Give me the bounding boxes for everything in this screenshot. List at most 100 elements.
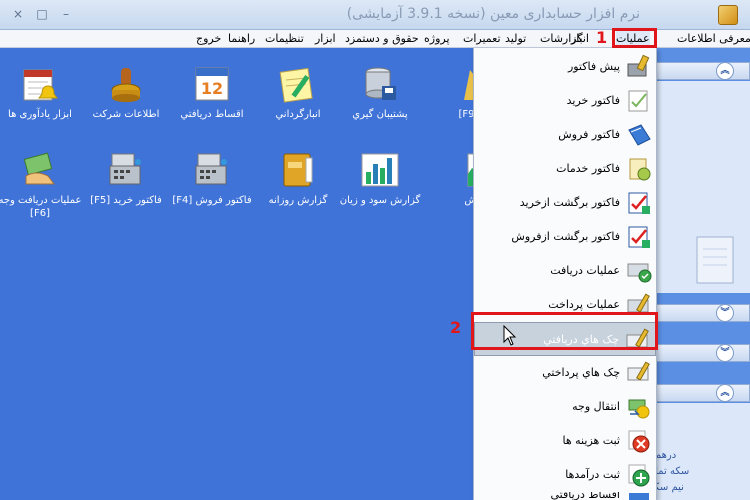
mouse-cursor-icon: [503, 325, 517, 346]
calendar-12-icon: 12: [192, 64, 232, 104]
menu-settings[interactable]: تنظیمات: [265, 30, 304, 48]
expand-icon[interactable]: ︾: [716, 304, 734, 322]
desk-label: فاکتور فروش [F4]: [172, 195, 252, 206]
menu-item-label: عمليات دريافت: [550, 264, 620, 277]
desk-sales-invoice[interactable]: فاکتور فروش [F4]: [166, 150, 258, 207]
menu-production[interactable]: تولید: [505, 30, 526, 48]
menu-item-receive-operations[interactable]: عمليات دريافت: [474, 254, 656, 288]
menu-exit[interactable]: خروج: [196, 30, 221, 48]
database-save-icon: [360, 64, 400, 104]
desk-label: ابزار یادآوری ها: [8, 109, 72, 120]
panel-header: ︾: [655, 344, 750, 362]
menu-item-record-income[interactable]: ثبت درآمدها: [474, 458, 656, 492]
collapse-icon[interactable]: ︽: [716, 62, 734, 80]
desk-label: فاکتور خريد [F5]: [90, 195, 162, 206]
desk-inventory-count[interactable]: انبارگرداني: [252, 64, 344, 121]
menu-item-service-invoice[interactable]: فاکتور خدمات: [474, 152, 656, 186]
desk-label: اقساط دريافتي: [180, 109, 244, 120]
panel-header: ︾: [655, 304, 750, 322]
menu-item-label: فاکتور برگشت ازفروش: [511, 230, 620, 243]
desk-reminders[interactable]: ابزار یادآوری ها: [0, 64, 86, 121]
menu-item-installments[interactable]: اقساط دريافتي: [474, 492, 656, 500]
desk-purchase-invoice[interactable]: فاکتور خريد [F5]: [80, 150, 172, 207]
menu-item-purchase-return[interactable]: فاکتور برگشت ازخريد: [474, 186, 656, 220]
maximize-window-button[interactable]: □: [34, 6, 50, 22]
notepad-pencil-icon: [278, 64, 318, 104]
desk-label: انبارگرداني: [275, 109, 321, 120]
menu-item-label: ثبت درآمدها: [565, 468, 620, 481]
menu-item-label: ثبت هزينه ها: [562, 434, 620, 447]
minimize-window-button[interactable]: –: [58, 6, 74, 22]
transfer-money-icon: [628, 399, 650, 419]
red-check-icon: [628, 226, 650, 248]
menu-define-info[interactable]: معرفی اطلاعات: [677, 30, 750, 48]
calendar-bell-icon: [20, 64, 60, 104]
menu-item-fund-transfer[interactable]: انتقال وجه: [474, 390, 656, 424]
area-chart-icon: [438, 150, 479, 190]
menu-item-paid-cheques[interactable]: چک هاي پرداختي: [474, 356, 656, 390]
bar-chart-icon: [360, 150, 400, 190]
menu-repairs[interactable]: تعمیرات: [463, 30, 501, 48]
menu-project[interactable]: پروژه: [424, 30, 450, 48]
menu-item-label: فاکتور برگشت ازخريد: [519, 196, 620, 209]
receive-check-icon: [627, 263, 652, 283]
menu-payroll[interactable]: حقوق و دستمزد: [345, 30, 419, 48]
app-icon: [718, 5, 738, 25]
menu-help[interactable]: راهنما: [228, 30, 255, 48]
callout-box-received-cheques: [471, 312, 658, 350]
panel-header: ︽: [655, 384, 750, 402]
menu-item-label: فاکتور خريد: [566, 94, 620, 107]
collapse-icon[interactable]: ︽: [716, 384, 734, 402]
desk-label: عمليات دريافت وجه [F6]: [0, 195, 82, 219]
menu-item-label: چک هاي پرداختي: [542, 366, 620, 379]
menu-item-label: اقساط دريافتي: [550, 492, 620, 500]
cash-register-icon: [106, 150, 146, 190]
desk-daily-report[interactable]: گزارش روزانه: [252, 150, 344, 207]
book-icon: [278, 150, 318, 190]
gear-paper-icon: [629, 158, 651, 181]
window-title: نرم افزار حسابداری معین (نسخه 3.9.1 آزما…: [346, 6, 640, 22]
title-bar: × □ – نرم افزار حسابداری معین (نسخه 3.9.…: [0, 0, 750, 30]
callout-number-2: 2: [450, 318, 462, 337]
menu-item-sales-return[interactable]: فاکتور برگشت ازفروش: [474, 220, 656, 254]
menu-item-label: فاکتور خدمات: [556, 162, 620, 175]
desk-company-info[interactable]: اطلاعات شرکت: [80, 64, 172, 121]
green-plus-icon: [628, 464, 650, 487]
menu-item-record-expenses[interactable]: ثبت هزينه ها: [474, 424, 656, 458]
panel-body: [655, 81, 750, 293]
document-icon: [696, 236, 734, 284]
check-paper-icon: [628, 90, 648, 112]
red-check-icon: [628, 192, 650, 214]
blue-book-icon: [628, 124, 651, 146]
cash-register-icon: [192, 150, 232, 190]
svg-text:12: 12: [201, 79, 223, 98]
menu-item-label: انتقال وجه: [572, 400, 620, 413]
installment-icon: [629, 493, 649, 500]
menu-item-label: پيش فاکتور: [567, 60, 620, 73]
currency-link-dirham[interactable]: درهم: [655, 450, 676, 461]
panel-body: درهم سکه تمام نیم سکه: [649, 403, 750, 500]
close-window-button[interactable]: ×: [10, 6, 26, 22]
menu-item-purchase-invoice[interactable]: فاکتور خريد: [474, 84, 656, 118]
expand-icon[interactable]: ︾: [716, 344, 734, 362]
desk-installments[interactable]: 12 اقساط دريافتي: [166, 64, 258, 121]
menu-reports[interactable]: گزارشات: [540, 30, 583, 48]
stamp-icon: [106, 64, 146, 104]
pen-tool-icon: [627, 54, 650, 77]
cheque-pen-icon: [627, 361, 650, 381]
operations-dropdown-menu: پيش فاکتور فاکتور خريد فاکتور فروش فاکتو…: [473, 48, 657, 500]
desk-receive-cash[interactable]: عمليات دريافت وجه [F6]: [0, 150, 86, 220]
menu-item-pre-invoice[interactable]: پيش فاکتور: [474, 50, 656, 84]
callout-number-1: 1: [596, 28, 608, 47]
menu-item-label: عمليات پرداخت: [548, 298, 620, 311]
right-task-panel: ︽ ︾ ︾ ︽ درهم سکه تمام نیم سکه: [649, 48, 750, 500]
hand-money-icon: [20, 150, 60, 190]
desk-label: گزارش روزانه: [268, 195, 328, 206]
red-x-icon: [628, 430, 650, 453]
menu-tools[interactable]: ابزار: [315, 30, 336, 48]
folder-icon: [438, 64, 478, 104]
desk-label: اطلاعات شرکت: [92, 109, 160, 120]
menu-item-sales-invoice[interactable]: فاکتور فروش: [474, 118, 656, 152]
menu-item-label: فاکتور فروش: [558, 128, 620, 141]
panel-header: ︽: [655, 62, 750, 80]
